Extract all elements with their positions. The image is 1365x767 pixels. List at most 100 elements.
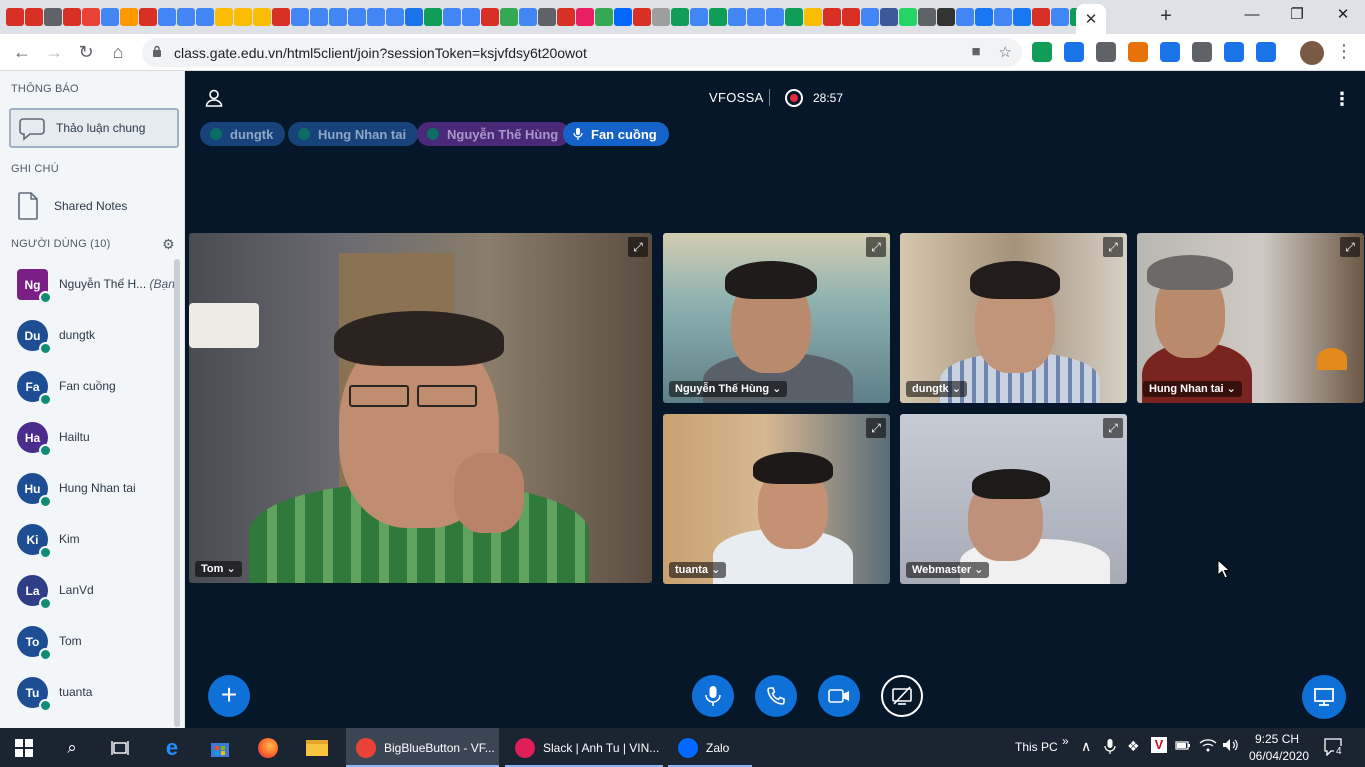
video-user-name-tag[interactable]: tuanta ⌄	[669, 562, 727, 578]
location-extension-icon[interactable]	[1096, 42, 1116, 62]
pinned-tab-favicon-icon[interactable]	[576, 8, 594, 26]
pinned-tab-favicon-icon[interactable]	[804, 8, 822, 26]
pinned-tab-favicon-icon[interactable]	[937, 8, 955, 26]
close-window-button[interactable]: ✕	[1320, 4, 1365, 28]
gear-icon[interactable]: ⚙	[162, 236, 175, 253]
taskbar-app-button[interactable]: Zalo	[668, 728, 752, 767]
pinned-tab-favicon-icon[interactable]	[766, 8, 784, 26]
video-tile[interactable]: ⤢ Nguyễn Thế Hùng ⌄	[663, 233, 890, 403]
user-list-item[interactable]: Ki Kim	[0, 524, 175, 575]
pinned-tab-favicon-icon[interactable]	[386, 8, 404, 26]
recording-indicator-icon[interactable]	[785, 89, 803, 107]
pinned-tab-favicon-icon[interactable]	[538, 8, 556, 26]
talking-indicator-pill[interactable]: Nguyễn Thế Hùng	[417, 122, 571, 146]
grid-extension-icon[interactable]	[1256, 42, 1276, 62]
pinned-tab-favicon-icon[interactable]	[272, 8, 290, 26]
video-tile[interactable]: ⤢ dungtk ⌄	[900, 233, 1127, 403]
pinned-tab-favicon-icon[interactable]	[918, 8, 936, 26]
presentation-toggle-button[interactable]	[1302, 675, 1346, 719]
windows-start-icon[interactable]	[12, 736, 36, 760]
lock-icon[interactable]	[152, 45, 162, 57]
pinned-tab-favicon-icon[interactable]	[158, 8, 176, 26]
toolbar-expand-icon[interactable]: »	[1062, 734, 1069, 748]
options-menu-icon[interactable]: ⋮	[1333, 89, 1351, 110]
cast-extension-icon[interactable]	[1160, 42, 1180, 62]
taskbar-app-button[interactable]: BigBlueButton - VF...	[346, 728, 499, 767]
user-list-item[interactable]: Ng Nguyễn Thế H... (Bạn)	[0, 269, 179, 320]
video-user-name-tag[interactable]: Nguyễn Thế Hùng ⌄	[669, 381, 788, 397]
pinned-tab-favicon-icon[interactable]	[139, 8, 157, 26]
pinned-tab-favicon-icon[interactable]	[747, 8, 765, 26]
pinned-tab-favicon-icon[interactable]	[956, 8, 974, 26]
chrome-menu-icon[interactable]: ⋮	[1335, 41, 1353, 62]
user-list-item[interactable]: Ha Hailtu	[0, 422, 175, 473]
pinned-tab-favicon-icon[interactable]	[595, 8, 613, 26]
pinned-tab-favicon-icon[interactable]	[120, 8, 138, 26]
pinned-tab-favicon-icon[interactable]	[1013, 8, 1031, 26]
pinned-tab-favicon-icon[interactable]	[253, 8, 271, 26]
video-user-name-tag[interactable]: dungtk ⌄	[906, 381, 967, 397]
fullscreen-icon[interactable]: ⤢	[866, 237, 886, 257]
store-icon[interactable]	[208, 736, 232, 760]
actions-plus-button[interactable]: +	[208, 675, 250, 717]
new-tab-button[interactable]: +	[1155, 6, 1177, 28]
drive-extension-icon[interactable]	[1032, 42, 1052, 62]
screenshare-button[interactable]	[881, 675, 923, 717]
fullscreen-icon[interactable]: ⤢	[1340, 237, 1360, 257]
pinned-tab-favicon-icon[interactable]	[481, 8, 499, 26]
pinned-tab-favicon-icon[interactable]	[842, 8, 860, 26]
pinned-tab-favicon-icon[interactable]	[25, 8, 43, 26]
camera-button[interactable]	[818, 675, 860, 717]
file-explorer-icon[interactable]	[305, 736, 329, 760]
leave-audio-button[interactable]	[755, 675, 797, 717]
pinned-tab-favicon-icon[interactable]	[196, 8, 214, 26]
search-icon[interactable]: ⌕	[60, 736, 84, 760]
video-tile[interactable]: ⤢ Webmaster ⌄	[900, 414, 1127, 584]
camera-icon[interactable]: ■	[971, 43, 980, 61]
pinned-tab-favicon-icon[interactable]	[424, 8, 442, 26]
pinned-tab-favicon-icon[interactable]	[215, 8, 233, 26]
clock-time[interactable]: 9:25 CH	[1255, 732, 1299, 746]
wifi-icon[interactable]	[1199, 738, 1217, 755]
minimize-button[interactable]: —	[1229, 4, 1275, 28]
pinned-tab-favicon-icon[interactable]	[880, 8, 898, 26]
task-view-icon[interactable]	[108, 736, 132, 760]
user-list-item[interactable]: To Tom	[0, 626, 175, 677]
show-hidden-icons-icon[interactable]: ∧	[1081, 738, 1091, 755]
pinned-tab-favicon-icon[interactable]	[709, 8, 727, 26]
vivaldi-tray-icon[interactable]: V	[1151, 737, 1167, 753]
battery-icon[interactable]	[1175, 738, 1191, 755]
address-bar[interactable]: class.gate.edu.vn/html5client/join?sessi…	[142, 38, 1022, 67]
user-list-item[interactable]: Tu tuanta	[0, 677, 175, 728]
video-user-name-tag[interactable]: Webmaster ⌄	[906, 562, 990, 578]
fullscreen-icon[interactable]: ⤢	[1103, 237, 1123, 257]
back-arrow-icon[interactable]: ←	[11, 41, 33, 63]
firefox-icon[interactable]	[256, 736, 280, 760]
home-icon[interactable]: ⌂	[107, 41, 129, 63]
pinned-tab-favicon-icon[interactable]	[44, 8, 62, 26]
pinned-tab-favicon-icon[interactable]	[994, 8, 1012, 26]
pinned-tab-favicon-icon[interactable]	[633, 8, 651, 26]
dropbox-icon[interactable]: ❖	[1127, 738, 1140, 755]
volume-icon[interactable]	[1222, 738, 1240, 755]
pinned-tab-favicon-icon[interactable]	[234, 8, 252, 26]
talking-indicator-pill[interactable]: Hung Nhan tai	[288, 122, 419, 146]
bookmark-star-icon[interactable]: ☆	[999, 43, 1012, 61]
pinned-tab-favicon-icon[interactable]	[500, 8, 518, 26]
restore-button[interactable]: ❐	[1274, 4, 1320, 28]
clock-date[interactable]: 06/04/2020	[1249, 749, 1309, 763]
docs-extension-icon[interactable]	[1064, 42, 1084, 62]
pinned-tab-favicon-icon[interactable]	[823, 8, 841, 26]
pinned-tab-favicon-icon[interactable]	[1032, 8, 1050, 26]
microphone-button[interactable]	[692, 675, 734, 717]
cloud-extension-icon[interactable]	[1192, 42, 1212, 62]
user-extension-icon[interactable]	[1224, 42, 1244, 62]
pinned-tab-favicon-icon[interactable]	[348, 8, 366, 26]
video-tile[interactable]: ⤢ tuanta ⌄	[663, 414, 890, 584]
pinned-tab-favicon-icon[interactable]	[899, 8, 917, 26]
pinned-tab-favicon-icon[interactable]	[101, 8, 119, 26]
talking-indicator-pill[interactable]: Fan cuồng	[563, 122, 669, 146]
this-pc-label[interactable]: This PC	[1015, 740, 1058, 754]
pinned-tab-favicon-icon[interactable]	[671, 8, 689, 26]
pinned-tab-favicon-icon[interactable]	[785, 8, 803, 26]
